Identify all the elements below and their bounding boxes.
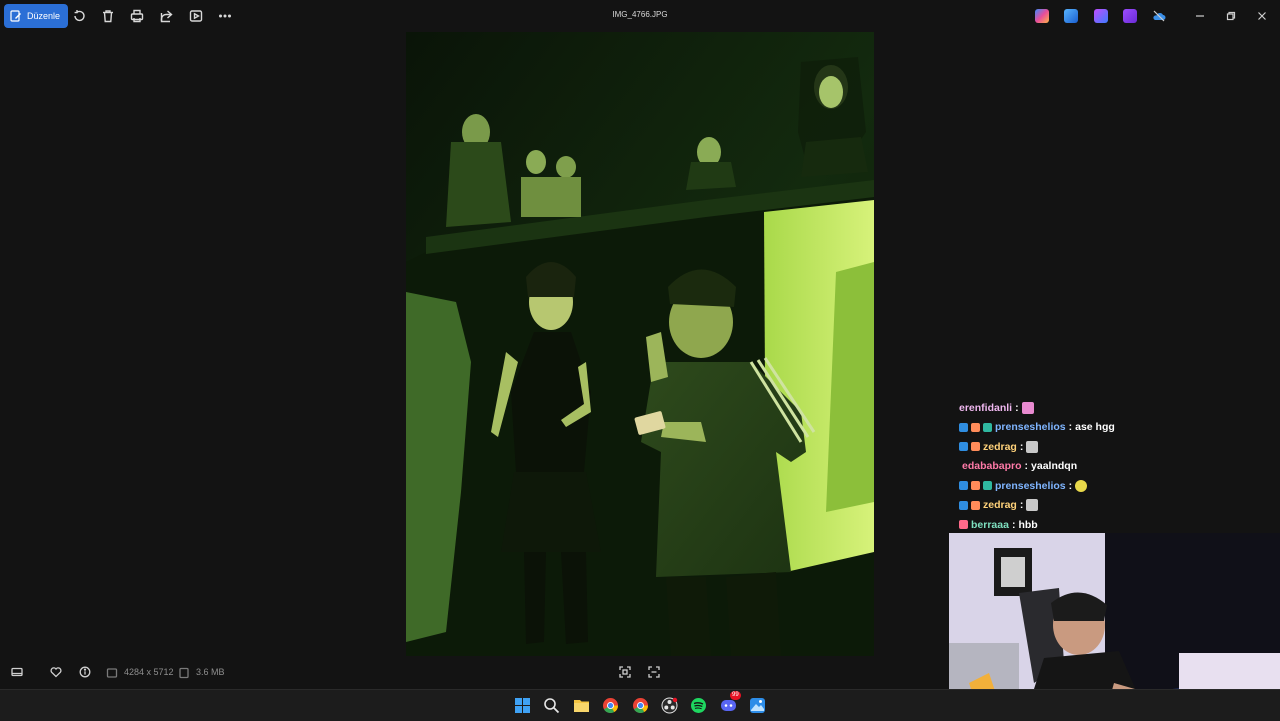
photo [406, 32, 874, 656]
close-button[interactable] [1252, 7, 1272, 25]
edit-icon [10, 10, 21, 22]
badge-icon [983, 481, 992, 491]
share-button[interactable] [157, 7, 175, 25]
filmstrip-icon [11, 667, 23, 677]
badge-icon [959, 520, 968, 530]
chat-message: zedrag : [959, 437, 1279, 457]
print-button[interactable] [128, 7, 146, 25]
more-button[interactable] [216, 7, 234, 25]
badge-icon [983, 422, 992, 432]
print-icon [130, 9, 144, 23]
rotate-icon [74, 10, 85, 22]
chat-text: ase hgg [1075, 421, 1115, 434]
zoom-button[interactable] [647, 665, 661, 679]
minimize-button[interactable] [1190, 7, 1210, 25]
chrome-icon [633, 698, 649, 714]
close-icon [1258, 12, 1266, 20]
badge-icon [971, 442, 980, 452]
chat-username: erenfidanli [959, 401, 1013, 414]
windows-icon [515, 698, 530, 713]
fit-to-window-button[interactable] [618, 665, 632, 679]
spotify-icon [691, 698, 706, 713]
video-editor-icon[interactable] [1123, 9, 1137, 23]
badge-icon [971, 500, 980, 510]
taskbar: 99 [0, 689, 1280, 721]
spotify-button[interactable] [690, 697, 707, 714]
badge-icon [959, 481, 968, 491]
badge-icon [971, 481, 980, 491]
chat-username: edababapro [962, 460, 1022, 473]
fit-icon [619, 666, 631, 678]
start-button[interactable] [514, 697, 531, 714]
delete-icon [103, 10, 113, 23]
chat-message: erenfidanli : [959, 398, 1279, 418]
share-icon [160, 10, 173, 23]
chat-username: zedrag [983, 440, 1017, 453]
favorite-button[interactable] [49, 665, 63, 679]
obs-icon [661, 697, 678, 714]
chrome-profile-button[interactable] [632, 697, 649, 714]
chrome-button[interactable] [602, 697, 619, 714]
chat-message: edababapro : yaalndqn [962, 460, 1078, 473]
slideshow-icon [189, 10, 203, 22]
onedrive-icon[interactable] [1152, 9, 1166, 23]
obs-button[interactable] [661, 697, 678, 714]
chat-username: zedrag [983, 499, 1017, 512]
badge-icon [959, 442, 968, 452]
chat-text: yaalndqn [1031, 460, 1078, 473]
search-icon [544, 698, 560, 714]
restore-icon [1226, 11, 1236, 21]
photo-viewer-image[interactable] [406, 32, 874, 656]
filmstrip-button[interactable] [10, 665, 24, 679]
edit-button[interactable]: Düzenle [4, 4, 69, 28]
chat-message: prenseshelios : ase hgg [959, 418, 1279, 438]
chat-text: hbb [1018, 518, 1038, 531]
chat-username: prenseshelios [995, 421, 1066, 434]
discord-button[interactable]: 99 [720, 691, 741, 714]
badge-icon [959, 422, 968, 432]
folder-icon [574, 700, 589, 712]
heart-icon [50, 667, 62, 678]
photos-button[interactable] [749, 697, 766, 714]
slideshow-button[interactable] [187, 7, 205, 25]
emote-icon [1026, 440, 1039, 453]
stream-chat: erenfidanli : prenseshelios : ase hgg ze… [959, 398, 1279, 535]
search-button[interactable] [543, 697, 560, 714]
emote-icon [1021, 401, 1034, 414]
emote-icon [1026, 499, 1039, 512]
photos-icon[interactable] [1064, 9, 1078, 23]
chat-message: zedrag : [959, 496, 1279, 516]
badge-icon [971, 422, 980, 432]
maximize-button[interactable] [1221, 7, 1241, 25]
info-icon [79, 666, 91, 678]
photos-icon [750, 698, 765, 713]
chrome-icon [603, 698, 619, 714]
chat-username: prenseshelios [995, 479, 1066, 492]
file-explorer-button[interactable] [573, 697, 590, 714]
file-size: 3.6 MB [196, 667, 225, 677]
delete-button[interactable] [99, 7, 117, 25]
copilot-icon[interactable] [1035, 9, 1049, 23]
notification-badge: 99 [730, 691, 741, 700]
zoom-icon [648, 666, 660, 678]
badge-icon [959, 500, 968, 510]
chat-message: prenseshelios : [959, 476, 1279, 496]
dimensions-icon [105, 666, 119, 680]
chat-message: berraaa : hbb [959, 515, 1279, 535]
chat-username: berraaa [971, 518, 1009, 531]
emote-icon [1075, 479, 1088, 492]
info-button[interactable] [78, 665, 92, 679]
rotate-button[interactable] [70, 7, 88, 25]
image-dimensions: 4284 x 5712 [124, 667, 174, 677]
clipchamp-icon[interactable] [1094, 9, 1108, 23]
file-size-icon [177, 666, 191, 680]
edit-button-label: Düzenle [27, 11, 61, 21]
minimize-icon [1196, 15, 1204, 17]
status-bar: 4284 x 5712 3.6 MB [0, 658, 940, 686]
title-bar: Düzenle IMG_4766.JPG [0, 0, 1280, 32]
more-icon [219, 14, 231, 18]
